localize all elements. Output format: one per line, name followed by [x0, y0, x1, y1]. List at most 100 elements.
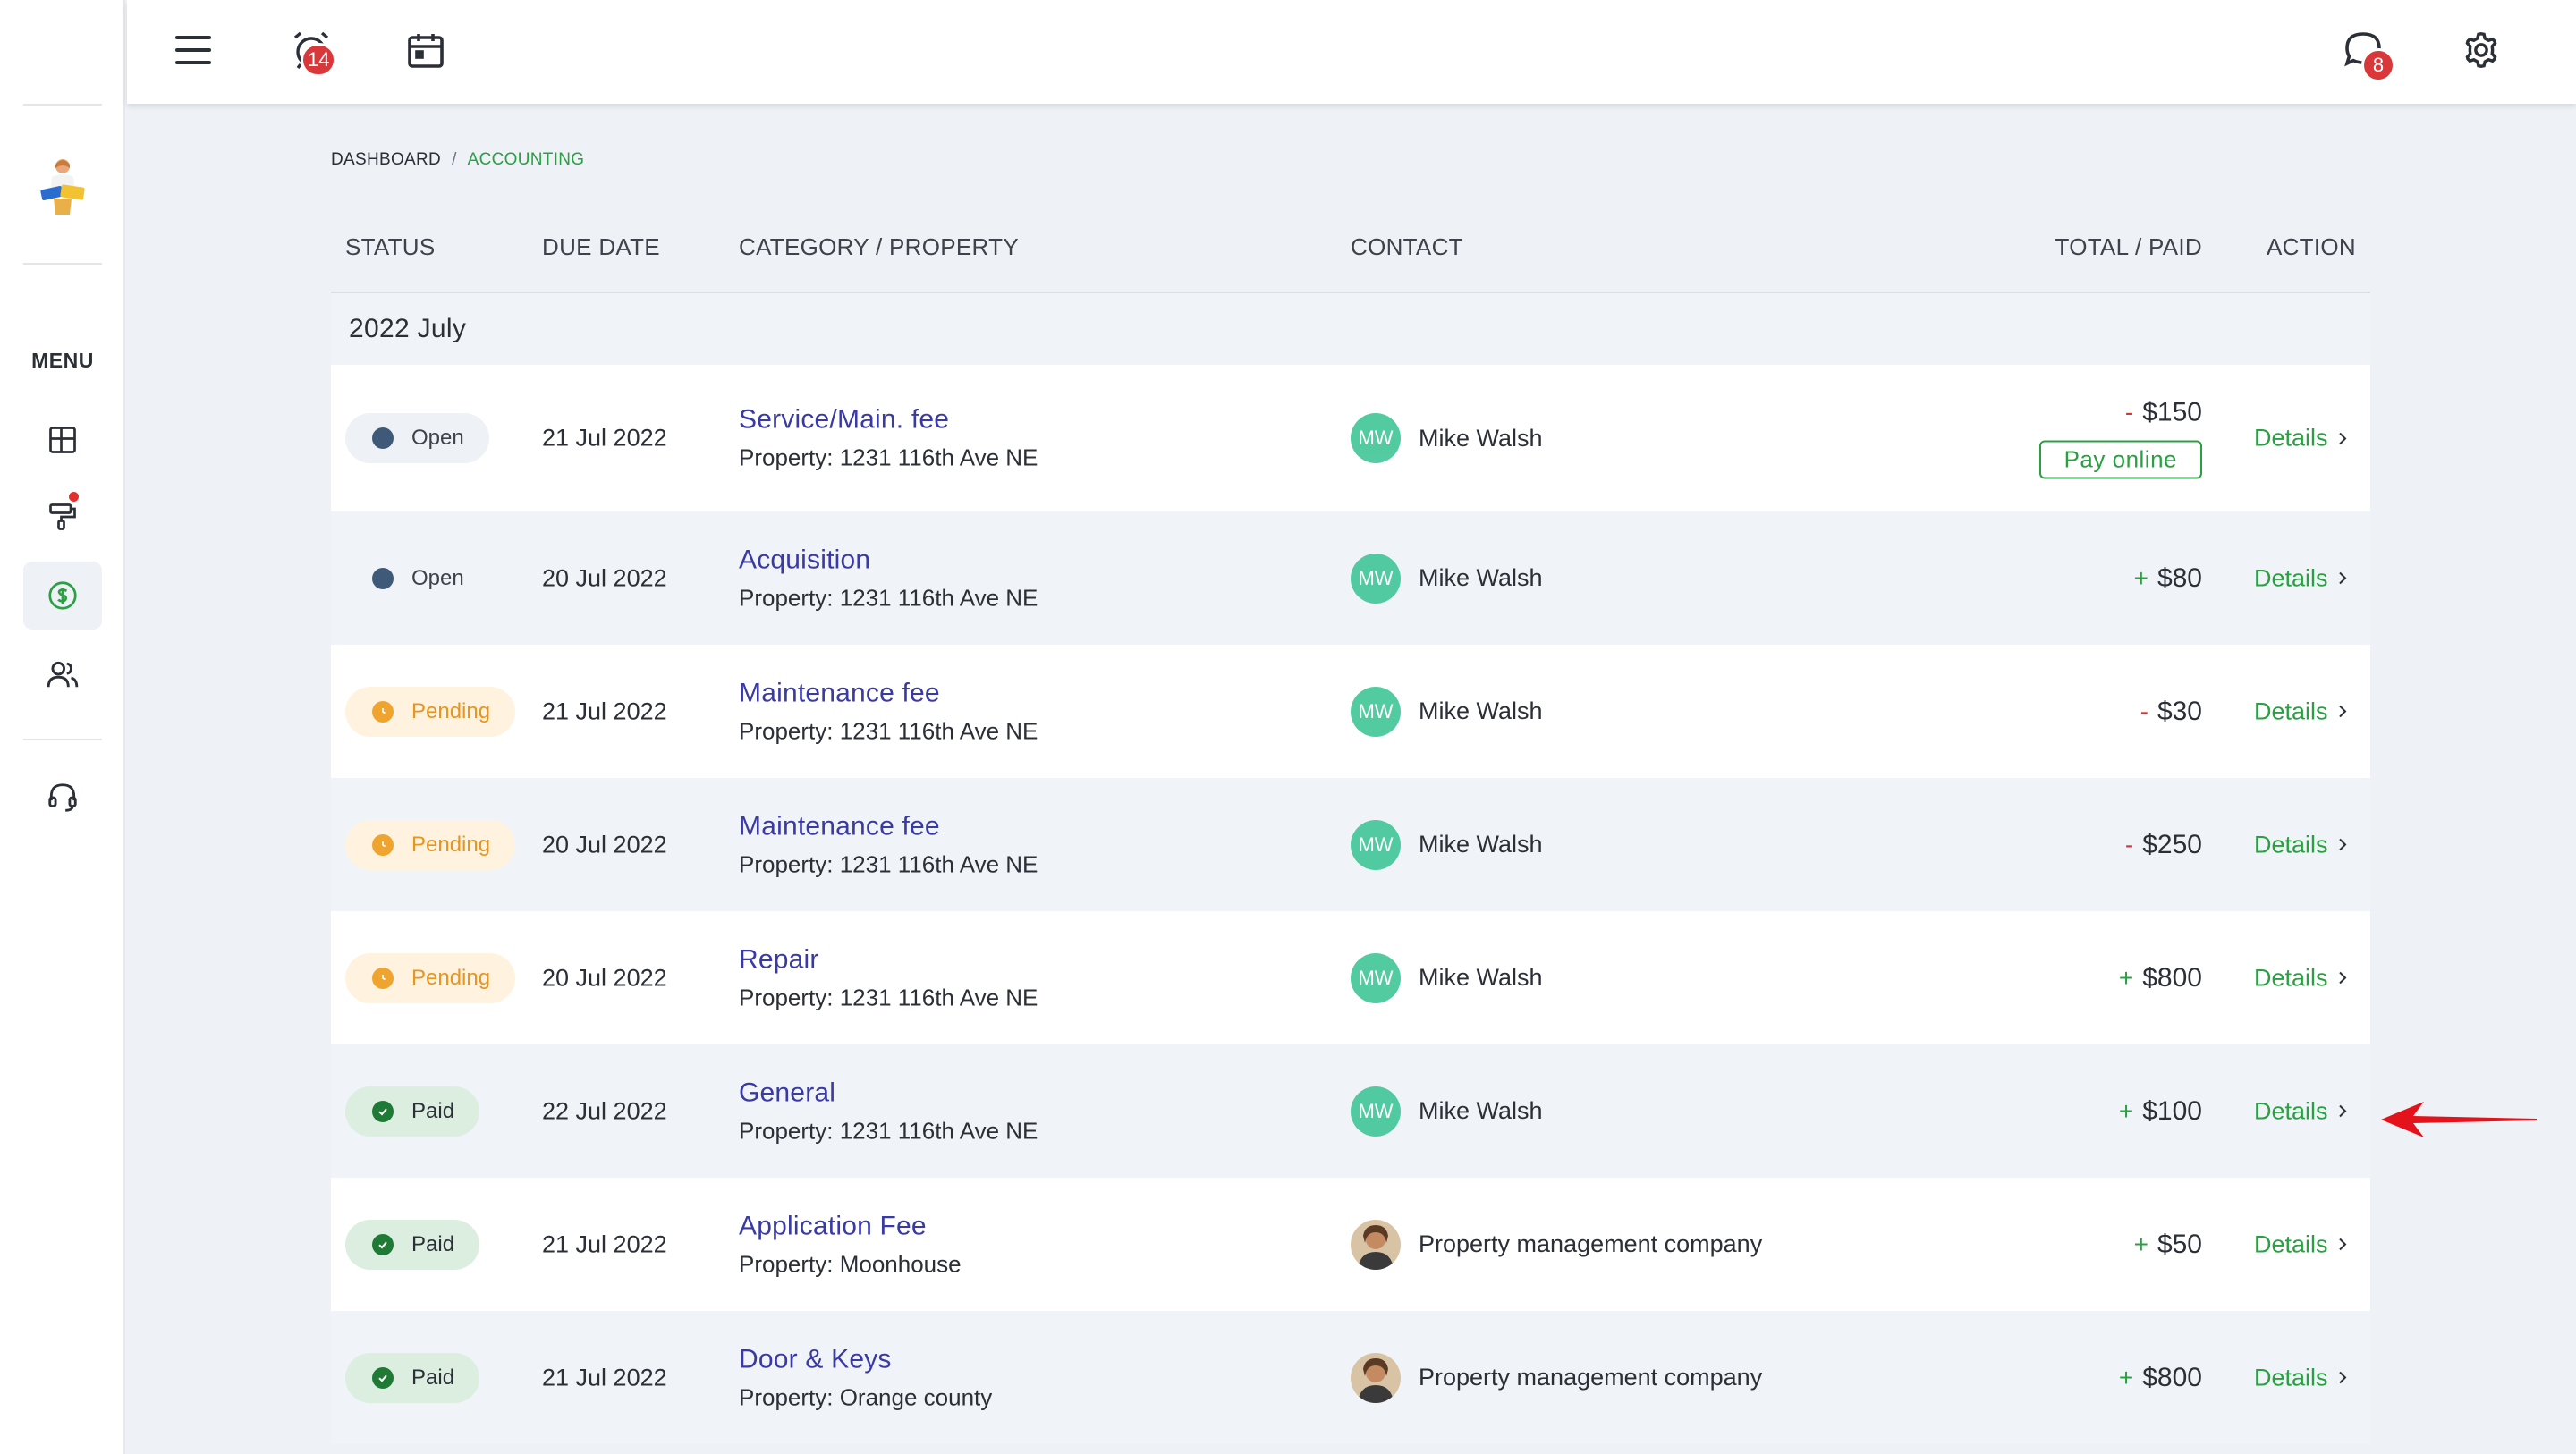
status-label: Open	[411, 426, 464, 450]
amount-value: + $80	[2134, 563, 2202, 593]
settings-button[interactable]	[2454, 23, 2508, 77]
column-header-action: ACTION	[2266, 233, 2356, 260]
contact-cell: MW Mike Walsh	[1351, 952, 1543, 1003]
chevron-right-icon	[2338, 971, 2346, 985]
status-label: Pending	[411, 832, 491, 857]
status-badge: Pending	[345, 819, 516, 870]
amount-number: $800	[2142, 962, 2202, 993]
chevron-right-icon	[2338, 1371, 2346, 1384]
details-link[interactable]: Details	[2254, 1230, 2348, 1258]
contact-avatar: MW	[1351, 952, 1401, 1003]
sidebar-item-support[interactable]	[23, 764, 102, 832]
chevron-right-icon	[2338, 571, 2346, 585]
sidebar-divider	[23, 104, 102, 106]
messages-button[interactable]: 8	[2336, 23, 2395, 82]
contact-avatar: MW	[1351, 1086, 1401, 1137]
contact-name: Mike Walsh	[1419, 697, 1543, 724]
property-label: Property: 1231 116th Ave NE	[739, 444, 1038, 471]
category-title-link[interactable]: Maintenance fee	[739, 678, 1038, 708]
pay-online-button[interactable]: Pay online	[2038, 440, 2202, 479]
chevron-right-icon	[2338, 1104, 2346, 1118]
status-badge: Open	[345, 413, 489, 463]
user-avatar[interactable]	[36, 156, 89, 218]
status-badge: Pending	[345, 686, 516, 737]
category-title-link[interactable]: Maintenance fee	[739, 811, 1038, 841]
category-cell: General Property: 1231 116th Ave NE	[739, 1078, 1038, 1145]
table-row: Pending 21 Jul 2022 Maintenance fee Prop…	[331, 645, 2370, 778]
contact-cell: Property management company	[1351, 1219, 1762, 1270]
dashboard-icon	[49, 427, 76, 453]
due-date: 20 Jul 2022	[542, 564, 667, 591]
calendar-button[interactable]	[399, 23, 453, 77]
due-date: 21 Jul 2022	[542, 697, 667, 724]
status-pending-icon	[372, 700, 394, 723]
amount-sign: +	[2118, 1363, 2134, 1391]
sidebar-item-dashboard[interactable]	[23, 406, 102, 474]
category-cell: Acquisition Property: 1231 116th Ave NE	[739, 545, 1038, 612]
amount-number: $150	[2142, 397, 2202, 427]
amount-sign: +	[2118, 1096, 2134, 1125]
amount-number: $50	[2157, 1229, 2202, 1259]
property-label: Property: 1231 116th Ave NE	[739, 1117, 1038, 1144]
category-title-link[interactable]: Service/Main. fee	[739, 405, 1038, 435]
chevron-right-icon	[2338, 838, 2346, 851]
top-navigation-bar: 14 8	[127, 0, 2576, 104]
status-pending-icon	[372, 833, 394, 856]
contact-cell: MW Mike Walsh	[1351, 686, 1543, 737]
category-title-link[interactable]: General	[739, 1078, 1038, 1108]
total-cell: - $150 Pay online	[2038, 397, 2202, 479]
column-header-contact[interactable]: CONTACT	[1351, 200, 1463, 293]
details-link[interactable]: Details	[2254, 964, 2348, 992]
column-header-status[interactable]: STATUS	[345, 200, 436, 293]
sidebar-item-maintenance[interactable]	[23, 483, 102, 551]
contact-avatar: MW	[1351, 553, 1401, 604]
breadcrumb-separator: /	[452, 150, 457, 169]
messages-count-badge: 8	[2361, 48, 2395, 82]
breadcrumb: DASHBOARD / ACCOUNTING	[331, 150, 584, 170]
category-title-link[interactable]: Repair	[739, 944, 1038, 975]
contact-avatar	[1351, 1352, 1401, 1403]
alarm-button[interactable]: 14	[284, 23, 338, 77]
annotation-arrow-icon	[2381, 1102, 2537, 1137]
details-label: Details	[2254, 424, 2328, 452]
property-label: Property: Orange county	[739, 1383, 993, 1410]
details-link[interactable]: Details	[2254, 831, 2348, 858]
calendar-icon	[408, 34, 444, 68]
column-header-category[interactable]: CATEGORY / PROPERTY	[739, 200, 1019, 293]
contact-cell: MW Mike Walsh	[1351, 1086, 1543, 1137]
details-link[interactable]: Details	[2254, 564, 2348, 592]
accounting-table: STATUS DUE DATE CATEGORY / PROPERTY CONT…	[331, 200, 2370, 1444]
details-label: Details	[2254, 1097, 2328, 1124]
sidebar-divider	[23, 739, 102, 740]
due-date: 21 Jul 2022	[542, 424, 667, 452]
category-cell: Door & Keys Property: Orange county	[739, 1344, 992, 1411]
details-link[interactable]: Details	[2254, 697, 2348, 725]
category-title-link[interactable]: Application Fee	[739, 1211, 962, 1241]
month-group-header: 2022 July	[331, 293, 2370, 365]
property-label: Property: 1231 116th Ave NE	[739, 850, 1038, 877]
column-header-total[interactable]: TOTAL / PAID	[2055, 200, 2202, 293]
category-title-link[interactable]: Door & Keys	[739, 1344, 992, 1374]
details-label: Details	[2254, 831, 2328, 858]
details-link[interactable]: Details	[2254, 1097, 2348, 1125]
details-link[interactable]: Details	[2254, 1364, 2348, 1391]
category-title-link[interactable]: Acquisition	[739, 545, 1038, 575]
amount-sign: -	[2124, 830, 2134, 858]
amount-sign: +	[2133, 1230, 2148, 1258]
sidebar: MENU	[0, 0, 125, 1454]
sidebar-item-accounting[interactable]	[23, 562, 102, 630]
category-cell: Repair Property: 1231 116th Ave NE	[739, 944, 1038, 1011]
hamburger-menu-button[interactable]	[166, 23, 220, 77]
amount-value: - $250	[2125, 830, 2202, 859]
table-row: Pending 20 Jul 2022 Repair Property: 123…	[331, 911, 2370, 1044]
breadcrumb-dashboard-link[interactable]: DASHBOARD	[331, 150, 441, 169]
due-date: 22 Jul 2022	[542, 1097, 667, 1124]
sidebar-item-contacts[interactable]	[23, 640, 102, 708]
details-link[interactable]: Details	[2254, 425, 2348, 452]
table-row: Paid 21 Jul 2022 Application Fee Propert…	[331, 1178, 2370, 1311]
contact-avatar: MW	[1351, 819, 1401, 870]
amount-sign: -	[2140, 697, 2148, 725]
column-header-due-date[interactable]: DUE DATE	[542, 200, 660, 293]
total-cell: - $250	[2125, 830, 2202, 860]
table-row: Paid 22 Jul 2022 General Property: 1231 …	[331, 1044, 2370, 1178]
